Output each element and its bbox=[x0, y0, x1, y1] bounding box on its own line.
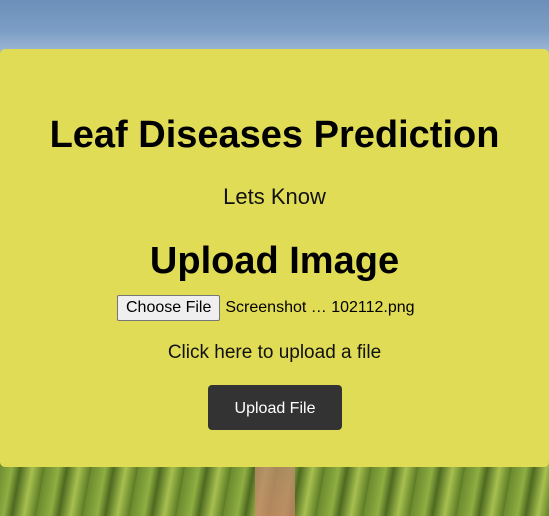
page-subtitle: Lets Know bbox=[223, 184, 326, 209]
page-title: Leaf Diseases Prediction bbox=[49, 114, 500, 156]
selected-file-name: Screenshot … 102112.png bbox=[225, 299, 415, 316]
upload-hint: Click here to upload a file bbox=[167, 342, 382, 363]
file-input[interactable]: Choose File Screenshot … 102112.png bbox=[117, 295, 415, 321]
choose-file-button[interactable]: Choose File bbox=[117, 295, 221, 321]
upload-file-button[interactable]: Upload File bbox=[208, 385, 342, 430]
upload-heading: Upload Image bbox=[149, 240, 400, 282]
upload-card: Leaf Diseases Prediction Lets Know Uploa… bbox=[0, 49, 549, 467]
